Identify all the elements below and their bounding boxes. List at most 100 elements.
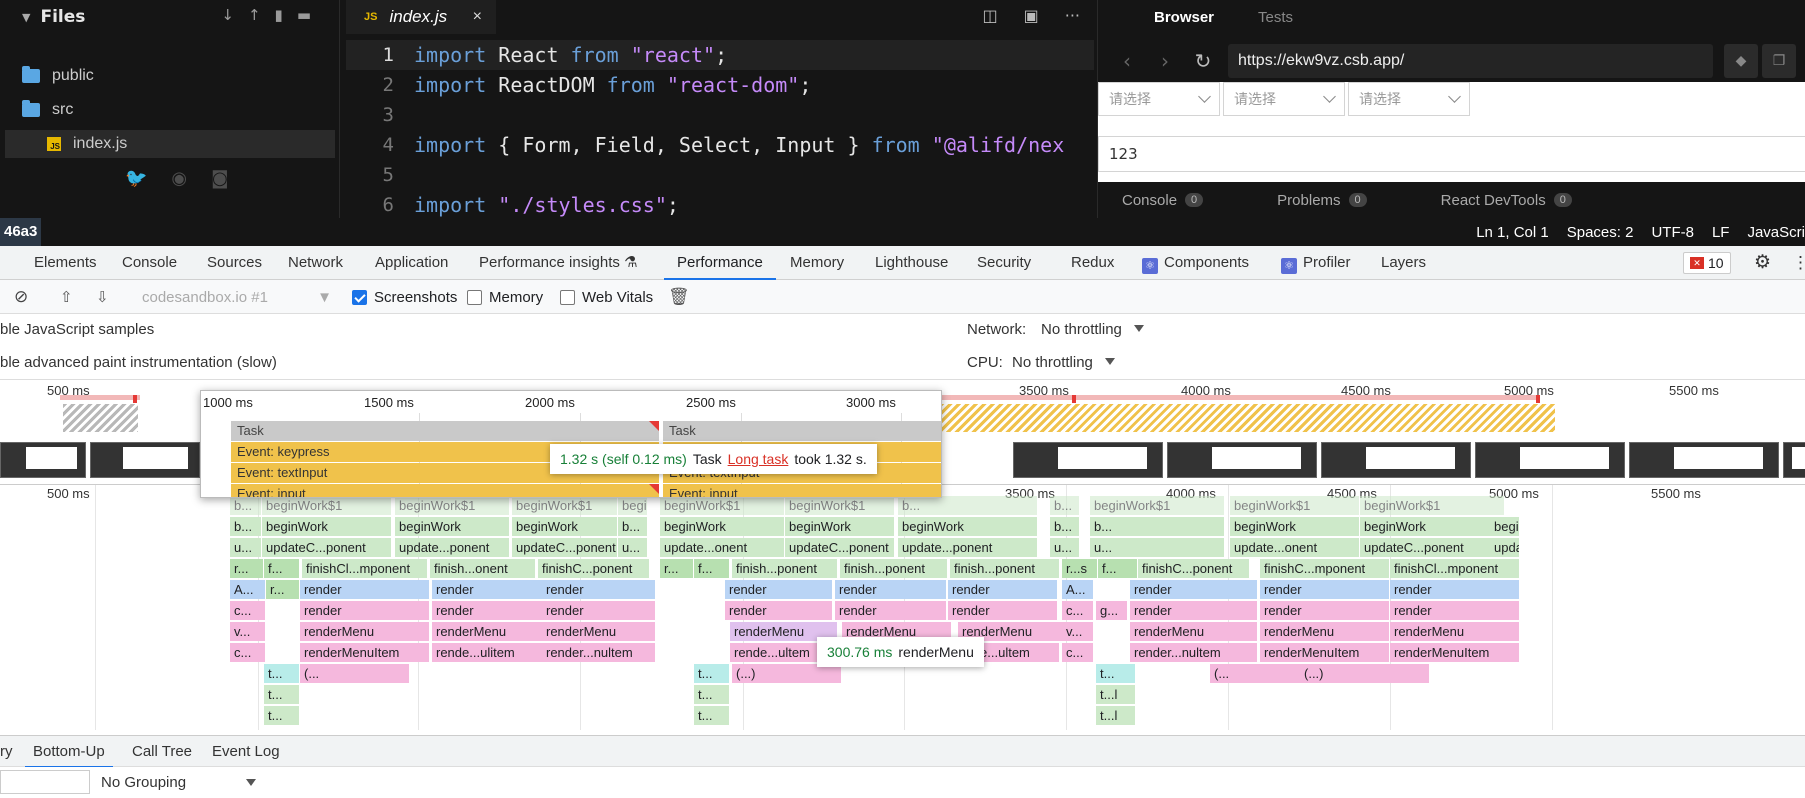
grouping-select[interactable]: No Grouping bbox=[101, 767, 257, 798]
file-item-src[interactable]: src bbox=[22, 96, 73, 124]
flame-frame[interactable]: render bbox=[1130, 580, 1258, 599]
flame-frame[interactable]: update...ponent bbox=[395, 538, 510, 557]
flame-frame[interactable]: c... bbox=[230, 643, 266, 662]
flame-frame[interactable]: render bbox=[948, 601, 1058, 620]
language-mode[interactable]: JavaScri bbox=[1747, 224, 1805, 241]
code-line[interactable]: 3 bbox=[346, 100, 1094, 130]
flame-frame[interactable]: updateC...ponent bbox=[1490, 538, 1520, 557]
flame-frame[interactable]: finishC...mponent bbox=[1260, 559, 1390, 578]
flame-frame[interactable]: b... bbox=[1050, 517, 1080, 536]
select-2[interactable]: 请选择 bbox=[1223, 82, 1345, 116]
flame-frame[interactable]: render bbox=[1130, 601, 1258, 620]
flame-frame[interactable]: c... bbox=[1062, 601, 1094, 620]
flame-frame[interactable]: t... bbox=[264, 685, 300, 704]
event-bar[interactable]: Event: input bbox=[231, 484, 659, 497]
flame-frame[interactable]: A... bbox=[1062, 580, 1094, 599]
cpu-throttling-select[interactable]: No throttling bbox=[1012, 354, 1115, 371]
new-window-icon[interactable]: ❐ bbox=[1762, 44, 1796, 78]
new-folder-icon[interactable]: ▬ bbox=[297, 6, 311, 24]
flame-frame[interactable]: f... bbox=[1098, 559, 1138, 578]
flame-frame[interactable]: update...onent bbox=[1230, 538, 1360, 557]
tab-react-devtools[interactable]: React DevTools 0 bbox=[1441, 192, 1572, 209]
tab-profiler[interactable]: ⚛ Profiler bbox=[1281, 246, 1351, 280]
flame-frame[interactable]: updateC...ponent bbox=[512, 538, 618, 557]
trash-icon[interactable]: 🗑 bbox=[668, 280, 690, 314]
tab-call-tree[interactable]: Call Tree bbox=[132, 736, 192, 768]
tab-console[interactable]: Console 0 bbox=[1122, 192, 1204, 209]
flame-frame[interactable]: finishC...ponent bbox=[538, 559, 650, 578]
flame-frame[interactable]: A... bbox=[230, 580, 266, 599]
tab-summary[interactable]: ry bbox=[0, 736, 13, 768]
preview-icon[interactable]: ▣ bbox=[1024, 6, 1039, 25]
flame-frame[interactable]: t... bbox=[694, 664, 730, 683]
split-view-icon[interactable]: ◫ bbox=[982, 6, 997, 25]
tab-performance[interactable]: Performance bbox=[664, 246, 776, 280]
flame-frame[interactable]: u... bbox=[230, 538, 262, 557]
flame-frame[interactable]: b... bbox=[1090, 517, 1225, 536]
flame-frame[interactable]: (...) bbox=[1300, 664, 1430, 683]
tab-tests[interactable]: Tests bbox=[1258, 9, 1293, 26]
flame-frame[interactable]: render...nultem bbox=[1130, 643, 1258, 662]
code-line[interactable]: 2 import ReactDOM from "react-dom"; bbox=[346, 70, 1094, 100]
tab-event-log[interactable]: Event Log bbox=[212, 736, 280, 768]
flame-frame[interactable]: render bbox=[300, 601, 430, 620]
flame-frame[interactable]: renderMenuItem bbox=[1390, 643, 1520, 662]
flame-frame[interactable]: b... bbox=[1050, 496, 1080, 515]
flame-frame[interactable]: r... bbox=[266, 580, 300, 599]
collapse-triangle-icon[interactable]: ▼ bbox=[22, 11, 30, 24]
flame-frame[interactable]: beginWork$1 bbox=[512, 496, 618, 515]
flame-chart[interactable]: 500 ms 3500 ms 4000 ms 4500 ms 5000 ms 5… bbox=[0, 485, 1805, 730]
flame-frame[interactable]: finishCl...mponent bbox=[302, 559, 428, 578]
flame-frame[interactable]: renderMenu bbox=[300, 622, 430, 641]
select-3[interactable]: 请选择 bbox=[1348, 82, 1470, 116]
flame-frame[interactable]: t...l bbox=[1096, 706, 1136, 725]
flame-frame[interactable]: beginWork bbox=[512, 517, 618, 536]
flame-frame[interactable]: render bbox=[542, 580, 656, 599]
clear-icon[interactable]: ⊘ bbox=[14, 280, 28, 314]
flame-frame[interactable]: beginWork bbox=[1360, 517, 1505, 536]
flame-frame[interactable]: v... bbox=[1062, 622, 1094, 641]
flame-frame[interactable]: beginWork$1 bbox=[262, 496, 392, 515]
tab-bottom-up[interactable]: Bottom-Up bbox=[25, 736, 113, 768]
flame-frame[interactable]: beginWork bbox=[660, 517, 785, 536]
tab-sources[interactable]: Sources bbox=[207, 246, 262, 280]
screenshot-thumbnail[interactable] bbox=[1629, 442, 1779, 478]
flame-frame[interactable]: rende...ulitem bbox=[432, 643, 550, 662]
flame-frame[interactable]: t... bbox=[264, 664, 300, 683]
open-sandbox-icon[interactable]: ◆ bbox=[1724, 44, 1758, 78]
flame-frame[interactable]: beginWork$1 bbox=[1230, 496, 1360, 515]
tab-redux[interactable]: Redux bbox=[1071, 246, 1114, 280]
tab-application[interactable]: Application bbox=[375, 246, 448, 280]
code-line[interactable]: 4 import { Form, Field, Select, Input } f… bbox=[346, 130, 1094, 160]
download-icon[interactable]: ⇩ bbox=[96, 280, 109, 314]
flame-frame[interactable]: beginWork$1 bbox=[618, 496, 648, 515]
discord-icon[interactable]: ◙ bbox=[211, 168, 228, 189]
tab-performance-insights[interactable]: Performance insights ⚗ bbox=[479, 246, 638, 280]
flame-frame[interactable]: g... bbox=[1096, 601, 1128, 620]
flame-frame[interactable]: c... bbox=[1062, 643, 1094, 662]
flame-frame[interactable]: r... bbox=[660, 559, 694, 578]
text-input[interactable]: 123 bbox=[1098, 136, 1805, 172]
flame-frame[interactable]: u... bbox=[618, 538, 648, 557]
flame-frame[interactable]: finish...ponent bbox=[840, 559, 948, 578]
screenshot-thumbnail[interactable] bbox=[1013, 442, 1163, 478]
cursor-position[interactable]: Ln 1, Col 1 bbox=[1476, 224, 1549, 241]
more-vert-icon[interactable]: ⋮ bbox=[1792, 246, 1805, 280]
flame-frame[interactable]: render bbox=[948, 580, 1058, 599]
flame-frame[interactable]: t... bbox=[1096, 664, 1136, 683]
flame-frame[interactable]: b... bbox=[230, 496, 262, 515]
refresh-icon[interactable]: ↻ bbox=[1184, 49, 1222, 73]
flame-frame[interactable]: renderMenuItem bbox=[300, 643, 430, 662]
flame-frame[interactable]: r... bbox=[230, 559, 264, 578]
screenshot-thumbnail[interactable] bbox=[0, 442, 86, 478]
flame-frame[interactable]: b... bbox=[898, 496, 1038, 515]
tab-security[interactable]: Security bbox=[977, 246, 1031, 280]
filter-input[interactable] bbox=[0, 770, 90, 794]
flame-frame[interactable]: v... bbox=[230, 622, 266, 641]
flame-frame[interactable]: beginWork$1 bbox=[1360, 496, 1505, 515]
flame-frame[interactable]: c... bbox=[230, 601, 266, 620]
web-vitals-checkbox[interactable]: Web Vitals bbox=[560, 280, 653, 314]
commit-hash[interactable]: 46a3 bbox=[0, 218, 42, 246]
task-bar[interactable]: Task bbox=[663, 421, 941, 441]
flame-frame[interactable]: renderMenuItem bbox=[1260, 643, 1390, 662]
